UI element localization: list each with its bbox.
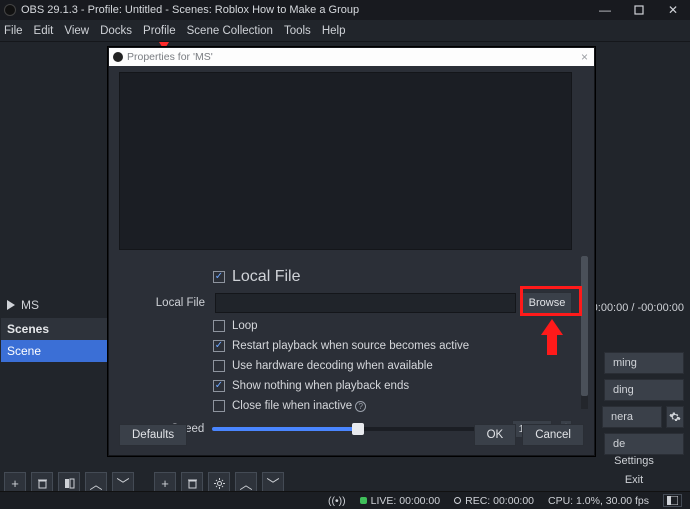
close-inactive-checkbox[interactable] [213, 400, 225, 412]
dialog-close-button[interactable]: × [581, 50, 588, 64]
dock-toggle-button[interactable] [663, 494, 682, 507]
gear-icon [214, 478, 225, 489]
obs-logo-icon [113, 52, 123, 62]
live-status: LIVE: 00:00:00 [360, 495, 440, 507]
title-bar: OBS 29.1.3 - Profile: Untitled - Scenes:… [0, 0, 690, 20]
ok-button[interactable]: OK [474, 424, 517, 446]
dialog-title-bar[interactable]: Properties for 'MS' × [109, 48, 594, 66]
gear-icon [669, 411, 681, 423]
menu-bar: File Edit View Docks Profile Scene Colle… [0, 20, 690, 42]
right-button-ding[interactable]: ding [604, 379, 684, 401]
signal-icon: ((•)) [328, 495, 346, 507]
media-preview [119, 72, 572, 250]
info-icon[interactable]: ? [355, 401, 366, 412]
menu-profile[interactable]: Profile [143, 25, 176, 37]
obs-logo-icon [4, 4, 16, 16]
play-icon [7, 300, 15, 310]
close-inactive-label: Close file when inactive [232, 400, 352, 412]
source-label: MS [21, 298, 39, 312]
cpu-status: CPU: 1.0%, 30.00 fps [548, 495, 649, 507]
menu-docks[interactable]: Docks [100, 25, 132, 37]
rec-indicator-icon [454, 497, 461, 504]
show-nothing-checkbox[interactable] [213, 380, 225, 392]
defaults-button[interactable]: Defaults [119, 424, 187, 446]
browse-button[interactable]: Browse [522, 292, 572, 314]
right-button-nera[interactable]: nera [602, 406, 662, 428]
duration-display: 00:00:00 / -00:00:00 [586, 302, 684, 314]
close-button[interactable]: ✕ [656, 0, 690, 20]
menu-scene-collection[interactable]: Scene Collection [187, 25, 273, 37]
hw-decode-label: Use hardware decoding when available [232, 360, 433, 372]
menu-view[interactable]: View [64, 25, 89, 37]
rec-status: REC: 00:00:00 [454, 495, 534, 507]
trash-icon [37, 478, 48, 489]
right-button-de[interactable]: de [604, 433, 684, 455]
settings-link[interactable]: Settings [584, 455, 684, 471]
right-button-ming[interactable]: ming [604, 352, 684, 374]
menu-file[interactable]: File [4, 25, 23, 37]
dock-icon [667, 496, 678, 505]
restart-label: Restart playback when source becomes act… [232, 340, 469, 352]
minimize-button[interactable]: — [588, 0, 622, 20]
menu-edit[interactable]: Edit [34, 25, 54, 37]
settings-gear-button[interactable] [666, 406, 684, 428]
local-file-label: Local File [119, 297, 209, 309]
menu-tools[interactable]: Tools [284, 25, 311, 37]
show-nothing-label: Show nothing when playback ends [232, 380, 409, 392]
live-indicator-icon [360, 497, 367, 504]
local-file-checkbox[interactable] [213, 271, 225, 283]
dialog-title: Properties for 'MS' [127, 51, 213, 63]
loop-label: Loop [232, 320, 258, 332]
hw-decode-checkbox[interactable] [213, 360, 225, 372]
exit-link[interactable]: Exit [584, 474, 684, 490]
loop-checkbox[interactable] [213, 320, 225, 332]
properties-dialog: Properties for 'MS' × Local File Local F… [108, 47, 595, 456]
filter-icon [64, 478, 75, 489]
menu-help[interactable]: Help [322, 25, 346, 37]
network-status: ((•)) [328, 495, 346, 507]
local-file-input[interactable] [215, 293, 516, 313]
maximize-button[interactable] [622, 0, 656, 20]
status-bar: ((•)) LIVE: 00:00:00 REC: 00:00:00 CPU: … [0, 491, 690, 509]
scrollbar-thumb[interactable] [581, 256, 588, 396]
restart-checkbox[interactable] [213, 340, 225, 352]
trash-icon [187, 478, 198, 489]
window-title: OBS 29.1.3 - Profile: Untitled - Scenes:… [21, 4, 359, 16]
cancel-button[interactable]: Cancel [522, 424, 584, 446]
local-file-check-label: Local File [232, 268, 300, 286]
